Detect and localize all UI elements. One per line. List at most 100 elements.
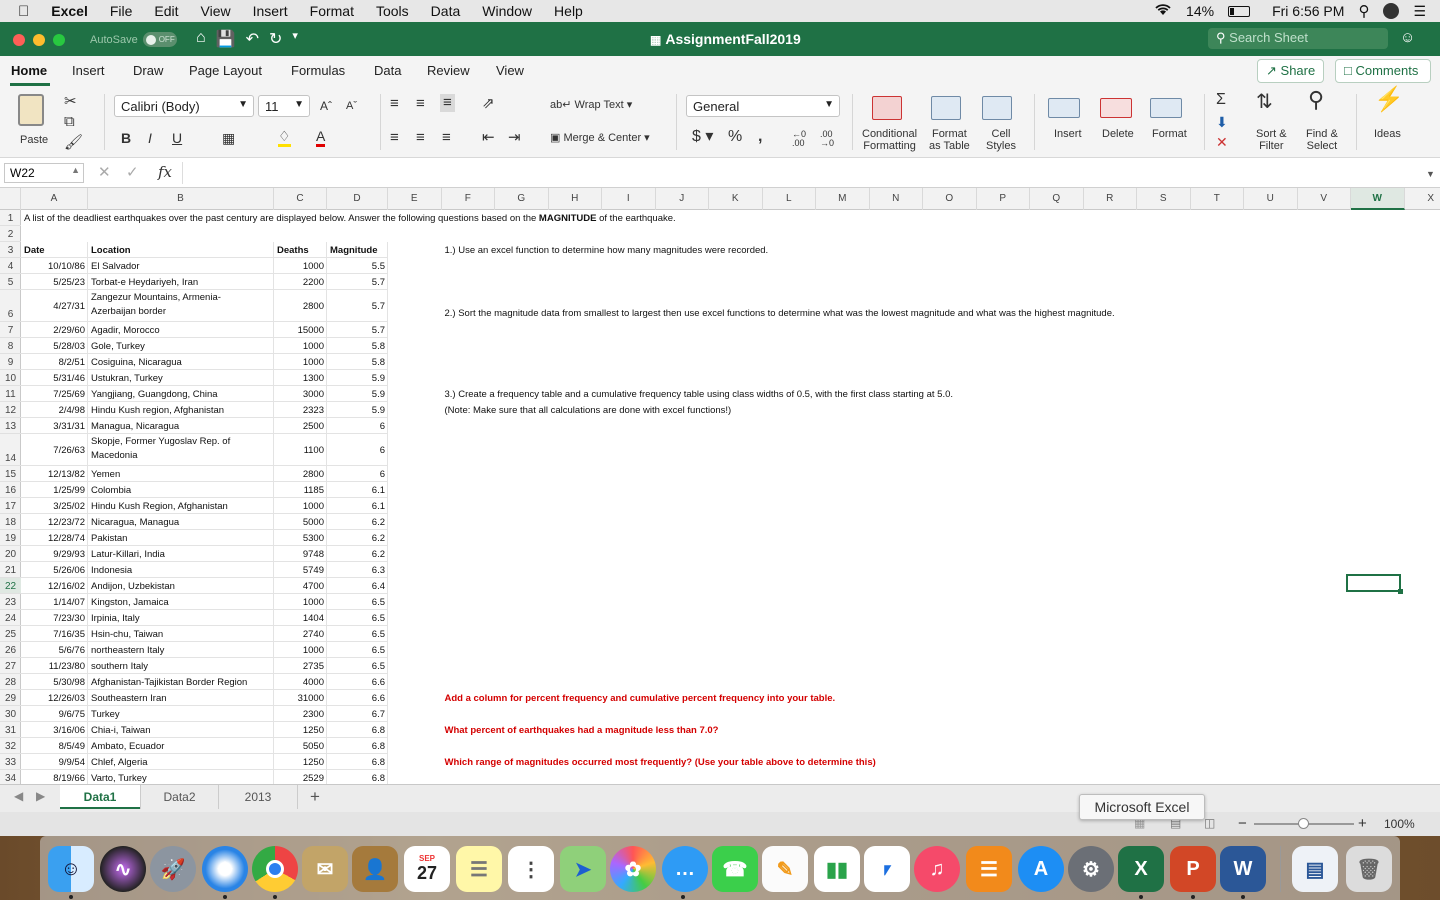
cell-location[interactable]: Hindu Kush region, Afghanistan [91, 405, 271, 416]
wifi-icon[interactable] [1154, 3, 1172, 19]
borders-icon[interactable]: ▦ [222, 130, 235, 146]
cell-deaths[interactable]: 15000 [277, 325, 324, 336]
share-button[interactable]: ↗ Share [1257, 59, 1324, 83]
cell-deaths[interactable]: 2323 [277, 405, 324, 416]
menu-help[interactable]: Help [554, 3, 583, 19]
autosave-control[interactable]: AutoSave OFF [90, 32, 177, 47]
cell-location[interactable]: Ambato, Ecuador [91, 741, 271, 752]
cell-deaths[interactable]: 5000 [277, 517, 324, 528]
cell-magnitude[interactable]: 5.9 [330, 389, 385, 400]
maximize-window-button[interactable] [53, 34, 65, 46]
fill-handle[interactable] [1398, 589, 1403, 594]
tab-view[interactable]: View [496, 63, 524, 78]
cell-date[interactable]: 5/26/06 [24, 565, 85, 576]
apple-icon[interactable]:  [18, 3, 29, 20]
cell-deaths[interactable]: 1404 [277, 613, 324, 624]
cell-location[interactable]: Hsin-chu, Taiwan [91, 629, 271, 640]
mail-icon[interactable]: ✉ [302, 846, 348, 892]
zoom-in-button[interactable]: + [1358, 815, 1367, 832]
chrome-icon[interactable] [252, 846, 298, 892]
cell-magnitude[interactable]: 6.4 [330, 581, 385, 592]
cell-date[interactable]: 4/27/31 [24, 301, 85, 312]
zoom-out-button[interactable]: − [1238, 815, 1247, 832]
header-location[interactable]: Location [91, 245, 271, 256]
question-1[interactable]: 1.) Use an excel function to determine h… [445, 245, 769, 256]
system-preferences-icon[interactable]: ⚙ [1068, 846, 1114, 892]
cell-date[interactable]: 12/26/03 [24, 693, 85, 704]
battery-icon[interactable] [1228, 5, 1251, 17]
cell-deaths[interactable]: 2529 [277, 773, 324, 784]
save-icon[interactable]: 💾 [216, 29, 236, 49]
tab-insert[interactable]: Insert [72, 63, 105, 78]
cell-deaths[interactable]: 31000 [277, 693, 324, 704]
redo-icon[interactable]: ↻ [269, 29, 282, 49]
cell-date[interactable]: 3/31/31 [24, 421, 85, 432]
font-name-select[interactable]: Calibri (Body) ▼ [114, 95, 254, 117]
bold-icon[interactable]: B [121, 130, 131, 146]
copy-icon[interactable]: ⧉ [64, 114, 75, 130]
cell-magnitude[interactable]: 6.7 [330, 709, 385, 720]
cell-date[interactable]: 1/25/99 [24, 485, 85, 496]
cell-location[interactable]: Varto, Turkey [91, 773, 271, 784]
cell-date[interactable]: 12/28/74 [24, 533, 85, 544]
home-icon[interactable]: ⌂ [196, 29, 206, 49]
cell-magnitude[interactable]: 6.8 [330, 773, 385, 784]
cell-location[interactable]: Southeastern Iran [91, 693, 271, 704]
tab-home[interactable]: Home [11, 63, 47, 78]
sheet-tab-2013[interactable]: 2013 [218, 785, 298, 809]
find-select-button[interactable]: ⚲ Find & Select [1302, 89, 1344, 154]
format-as-table-button[interactable]: Format as Table [927, 94, 973, 154]
cell-deaths[interactable]: 2500 [277, 421, 324, 432]
cell-date[interactable]: 11/23/80 [24, 661, 85, 672]
cell-location[interactable]: Pakistan [91, 533, 271, 544]
maps-icon[interactable]: ➤ [560, 846, 606, 892]
cut-icon[interactable]: ✂ [64, 94, 77, 110]
prev-sheet-icon[interactable]: ◀ [14, 789, 23, 803]
cell-location[interactable]: Andijon, Uzbekistan [91, 581, 271, 592]
contacts-icon[interactable]: 👤 [352, 846, 398, 892]
keynote-icon[interactable]: ⎖ [864, 846, 910, 892]
menu-app-name[interactable]: Excel [51, 3, 88, 19]
cell-date[interactable]: 8/2/51 [24, 357, 85, 368]
autosave-toggle[interactable]: OFF [142, 32, 177, 47]
cell-deaths[interactable]: 4000 [277, 677, 324, 688]
cell-deaths[interactable]: 5300 [277, 533, 324, 544]
menu-window[interactable]: Window [482, 3, 532, 19]
trash-icon[interactable]: 🗑 [1346, 846, 1392, 892]
cell-location[interactable]: Indonesia [91, 565, 271, 576]
cell-deaths[interactable]: 2300 [277, 709, 324, 720]
cell-deaths[interactable]: 3000 [277, 389, 324, 400]
cell-deaths[interactable]: 5749 [277, 565, 324, 576]
worksheet-grid[interactable]: ABCDEFGHIJKLMNOPQRSTUVWX 1 2 3 4 5 6 7 8 9 10 11 12… [0, 188, 1440, 784]
cell-date[interactable]: 5/6/76 [24, 645, 85, 656]
cell-date[interactable]: 5/25/23 [24, 277, 85, 288]
zoom-slider-thumb[interactable] [1298, 818, 1309, 829]
zoom-level[interactable]: 100% [1384, 817, 1415, 831]
cell-styles-button[interactable]: Cell Styles [980, 94, 1020, 154]
cell-deaths[interactable]: 1000 [277, 341, 324, 352]
cell-date[interactable]: 5/31/46 [24, 373, 85, 384]
cell-location[interactable]: Managua, Nicaragua [91, 421, 271, 432]
cell-location[interactable]: Gole, Turkey [91, 341, 271, 352]
cell-location[interactable]: Ustukran, Turkey [91, 373, 271, 384]
sheet-tab-data2[interactable]: Data2 [140, 785, 218, 809]
cell-deaths[interactable]: 9748 [277, 549, 324, 560]
menu-format[interactable]: Format [310, 3, 354, 19]
cell-date[interactable]: 10/10/86 [24, 261, 85, 272]
cell-magnitude[interactable]: 5.7 [330, 277, 385, 288]
books-icon[interactable]: ☰ [966, 846, 1012, 892]
cell-location[interactable]: Zangezur Mountains, Armenia- Azerbaijan … [91, 291, 271, 319]
excel-icon[interactable]: X [1118, 846, 1164, 892]
cell-magnitude[interactable]: 6.2 [330, 549, 385, 560]
messages-icon[interactable]: … [662, 846, 708, 892]
cell-deaths[interactable]: 1000 [277, 501, 324, 512]
cell-magnitude[interactable]: 5.9 [330, 373, 385, 384]
orientation-icon[interactable]: ⇗ [482, 96, 495, 112]
cell-magnitude[interactable]: 5.8 [330, 357, 385, 368]
question-percent-below-7[interactable]: What percent of earthquakes had a magnit… [445, 725, 719, 736]
cell-magnitude[interactable]: 6.5 [330, 629, 385, 640]
cell-location[interactable]: Cosiguina, Nicaragua [91, 357, 271, 368]
cell-deaths[interactable]: 1250 [277, 757, 324, 768]
safari-icon[interactable]: ✦ [202, 846, 248, 892]
active-cell-selection[interactable] [1346, 574, 1403, 594]
